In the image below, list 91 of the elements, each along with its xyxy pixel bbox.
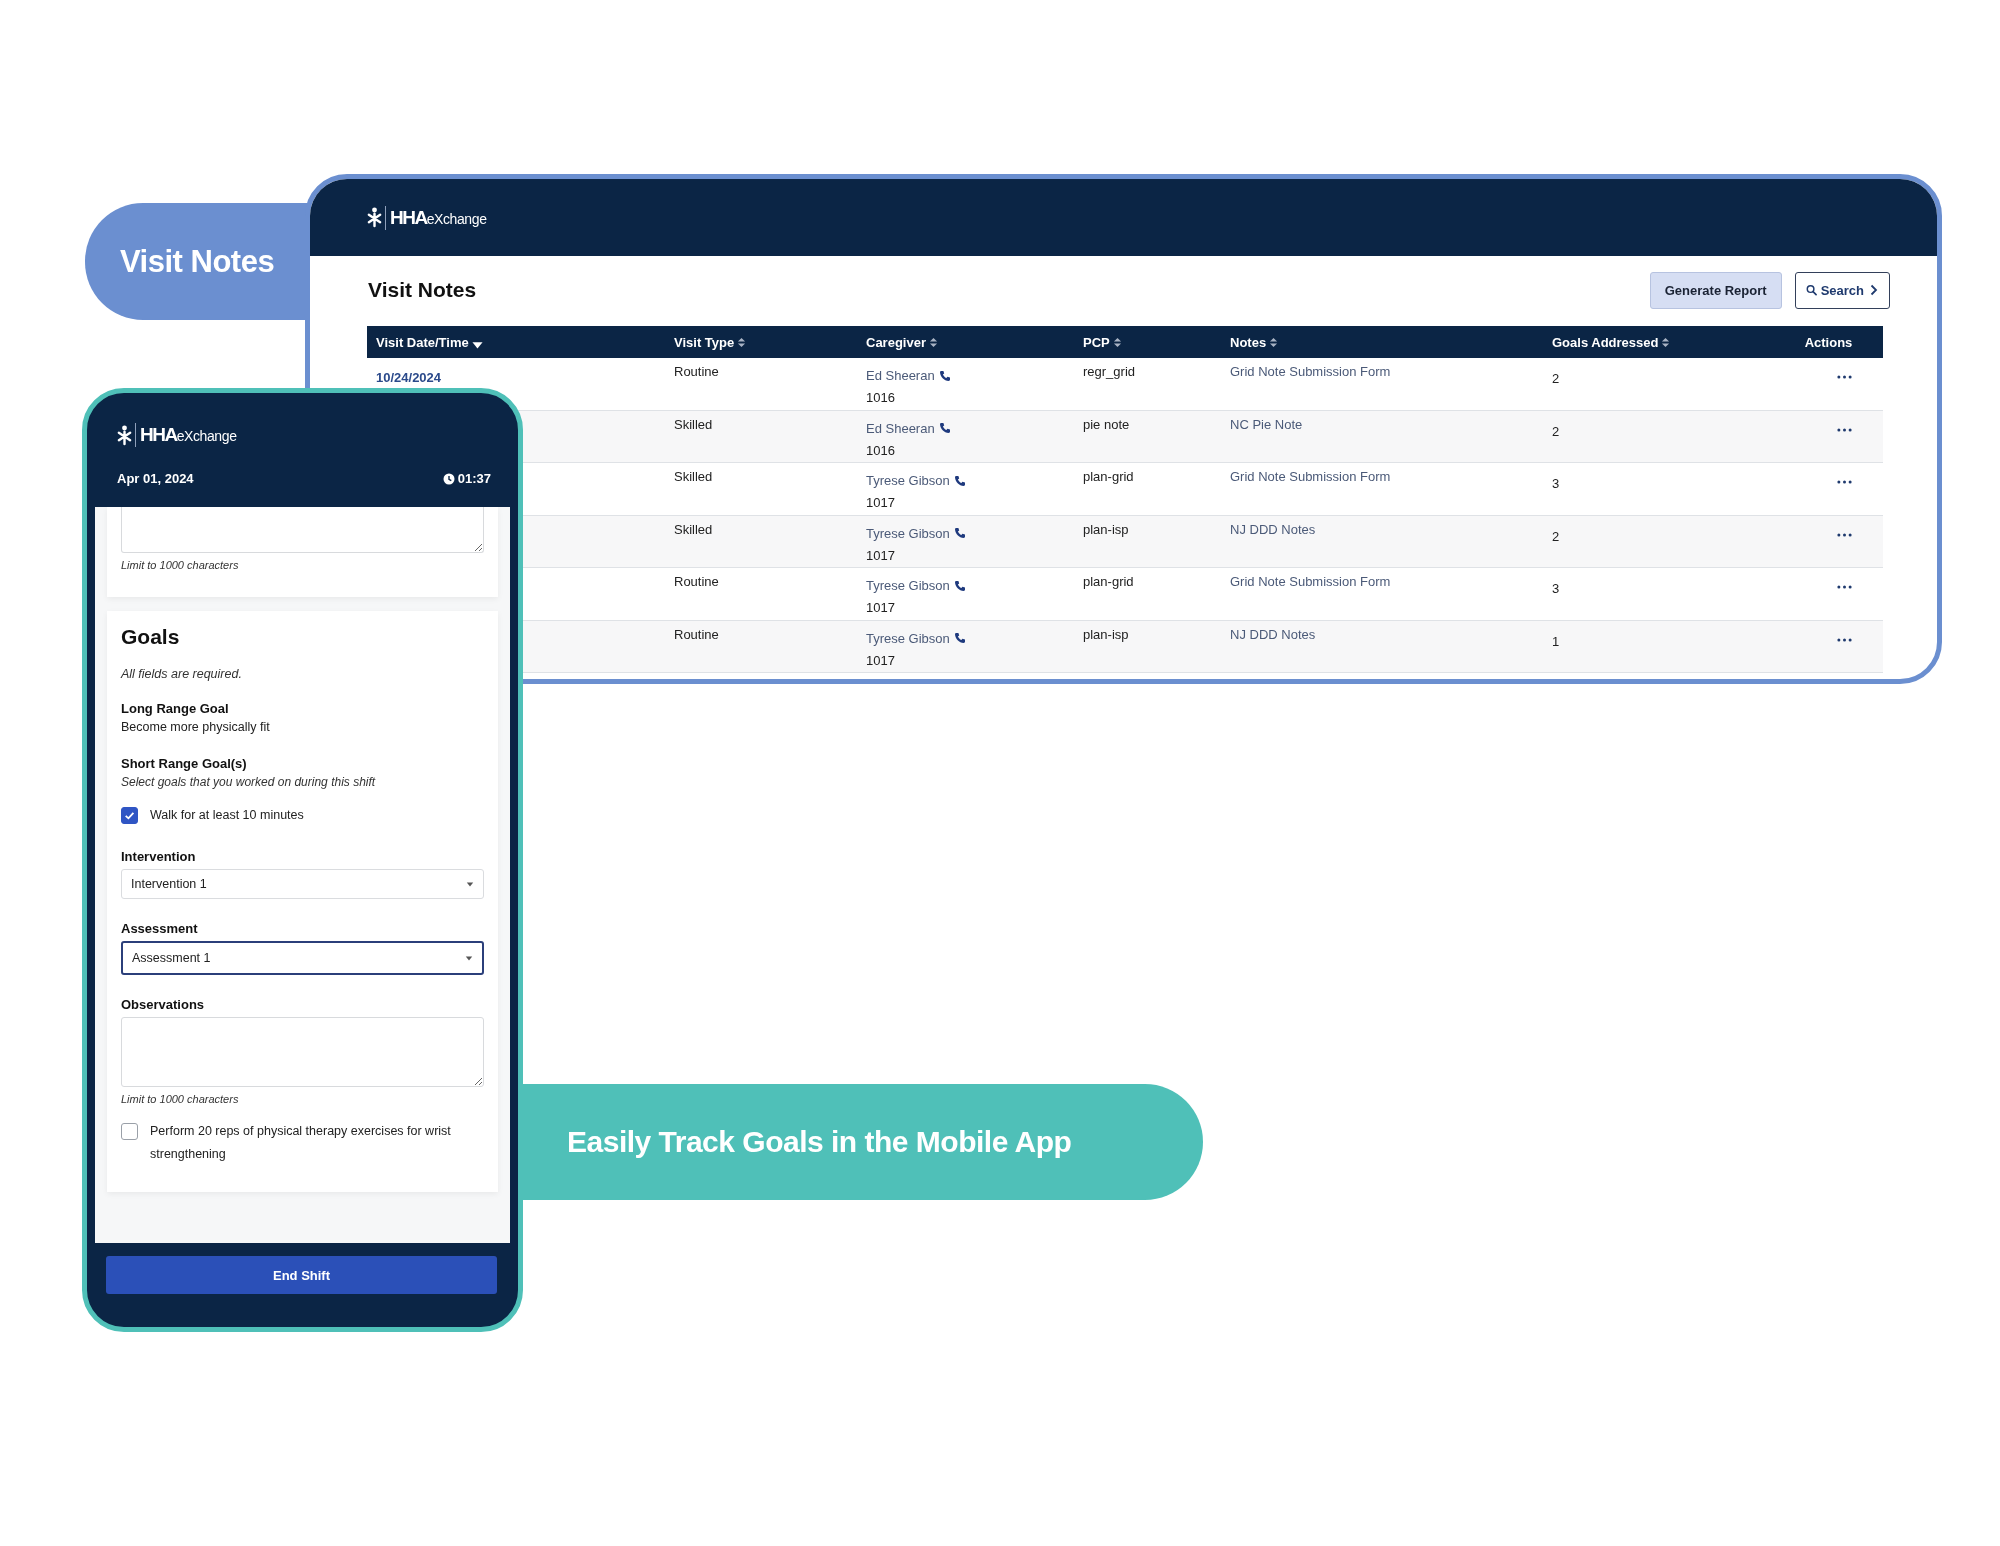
caregiver-id: 1017 xyxy=(866,547,896,563)
field-label: Intervention xyxy=(121,849,197,864)
banner-title: Easily Track Goals in the Mobile App xyxy=(567,1125,1072,1159)
chevron-right-icon xyxy=(1868,284,1879,296)
shift-timer: 01:37 xyxy=(457,471,491,486)
column-header[interactable]: Visit Type xyxy=(665,326,857,358)
caregiver-id: 1016 xyxy=(866,390,896,405)
long-range-goal: Become more physically fit xyxy=(121,720,271,734)
figure-logo-icon xyxy=(117,424,132,446)
page-title: Visit Notes xyxy=(368,278,477,302)
table-cell: Grid Note Submission Form xyxy=(1230,364,1391,379)
column-header[interactable]: Actions xyxy=(1765,326,1883,358)
table-cell: Grid Note Submission Form xyxy=(1230,574,1391,589)
visit-date-link[interactable]: 10/24/2024 xyxy=(376,370,442,385)
column-header[interactable]: Notes xyxy=(1221,326,1543,358)
caregiver-name[interactable]: Tyrese Gibson xyxy=(866,473,950,488)
caret-icon xyxy=(465,955,473,961)
table-cell: Skilled xyxy=(674,416,713,432)
more-options-icon[interactable] xyxy=(1836,637,1852,642)
logo-text: HHAeXchange xyxy=(390,206,487,229)
caregiver-name[interactable]: Tyrese Gibson xyxy=(866,630,950,646)
figure-logo-icon xyxy=(367,207,382,228)
table-cell: 2 xyxy=(1552,371,1560,386)
table-cell: 2 xyxy=(1552,528,1560,544)
table-cell: Skilled xyxy=(674,521,713,537)
caregiver-id: 1016 xyxy=(866,442,896,458)
caregiver-name[interactable]: Tyrese Gibson xyxy=(866,578,950,593)
caregiver-name[interactable]: Ed Sheeran xyxy=(866,368,935,383)
table-cell: 1 xyxy=(1552,633,1560,649)
column-header[interactable]: Caregiver xyxy=(857,326,1074,358)
checkbox-label: Walk for at least 10 minutes xyxy=(150,807,304,824)
phone-icon[interactable] xyxy=(953,579,966,592)
caregiver-name[interactable]: Ed Sheeran xyxy=(866,420,935,436)
caregiver-id: 1017 xyxy=(866,495,896,510)
phone-icon[interactable] xyxy=(953,527,966,539)
search-icon xyxy=(1805,284,1817,296)
checkbox-label: Perform 20 reps of physical therapy exercises for wrist strengthening xyxy=(150,1123,452,1163)
phone-icon[interactable] xyxy=(938,369,951,382)
table-cell: NJ DDD Notes xyxy=(1230,521,1316,537)
caregiver-id: 1017 xyxy=(866,652,896,668)
required-note: All fields are required. xyxy=(121,667,243,681)
table-cell: plan-grid xyxy=(1083,574,1134,589)
shift-date: Apr 01, 2024 xyxy=(117,471,194,486)
table-cell: plan-grid xyxy=(1083,469,1134,484)
more-options-icon[interactable] xyxy=(1836,427,1852,432)
table-cell: pie note xyxy=(1083,416,1130,432)
table-cell: plan-isp xyxy=(1083,626,1129,642)
search-button[interactable]: Search xyxy=(1794,271,1890,309)
phone-icon[interactable] xyxy=(953,474,966,487)
field-label: Long Range Goal xyxy=(121,701,230,716)
checkbox[interactable] xyxy=(121,1123,138,1140)
table-cell: Routine xyxy=(674,364,719,379)
banner-title: Visit Notes xyxy=(120,243,275,280)
table-cell: Routine xyxy=(674,574,719,589)
clock-icon xyxy=(442,472,455,485)
more-options-icon[interactable] xyxy=(1836,532,1852,537)
instruction-text: Select goals that you worked on during this shift xyxy=(121,775,377,789)
caregiver-id: 1017 xyxy=(866,600,896,615)
more-options-icon[interactable] xyxy=(1836,585,1852,589)
dropdown[interactable]: Assessment 1 xyxy=(121,941,484,975)
column-header[interactable]: Visit Date/Time xyxy=(367,326,665,358)
logo-text: HHAeXchange xyxy=(140,424,237,446)
table-cell: plan-isp xyxy=(1083,521,1129,537)
column-header[interactable]: PCP xyxy=(1074,326,1221,358)
phone-icon[interactable] xyxy=(938,422,951,434)
table-cell: NC Pie Note xyxy=(1230,416,1303,432)
table-cell: Grid Note Submission Form xyxy=(1230,469,1391,484)
character-limit-hint: Limit to 1000 characters xyxy=(121,559,240,571)
column-header[interactable]: Goals Addressed xyxy=(1543,326,1765,358)
phone-icon[interactable] xyxy=(953,632,966,644)
dropdown[interactable]: Intervention 1 xyxy=(121,869,484,899)
table-cell: Routine xyxy=(674,626,719,642)
field-label: Observations xyxy=(121,997,206,1012)
generate-report-button[interactable]: Generate Report xyxy=(1649,271,1782,309)
field-label: Short Range Goal(s) xyxy=(121,756,248,771)
table-cell: 3 xyxy=(1552,581,1560,596)
field-label: Assessment xyxy=(121,921,199,936)
table-cell: 3 xyxy=(1552,476,1560,491)
table-cell: regr_grid xyxy=(1083,364,1136,379)
caret-icon xyxy=(466,881,474,887)
checkmark-icon xyxy=(123,809,136,822)
character-limit-hint: Limit to 1000 characters xyxy=(121,1093,240,1105)
section-heading: Goals xyxy=(121,625,181,649)
caregiver-name[interactable]: Tyrese Gibson xyxy=(866,525,950,541)
table-cell: Skilled xyxy=(674,469,713,484)
more-options-icon[interactable] xyxy=(1836,375,1852,379)
more-options-icon[interactable] xyxy=(1836,480,1852,484)
table-cell: 2 xyxy=(1552,423,1560,439)
table-cell: NJ DDD Notes xyxy=(1230,626,1316,642)
checkbox[interactable] xyxy=(121,807,138,824)
end-shift-button[interactable]: End Shift xyxy=(106,1256,497,1294)
